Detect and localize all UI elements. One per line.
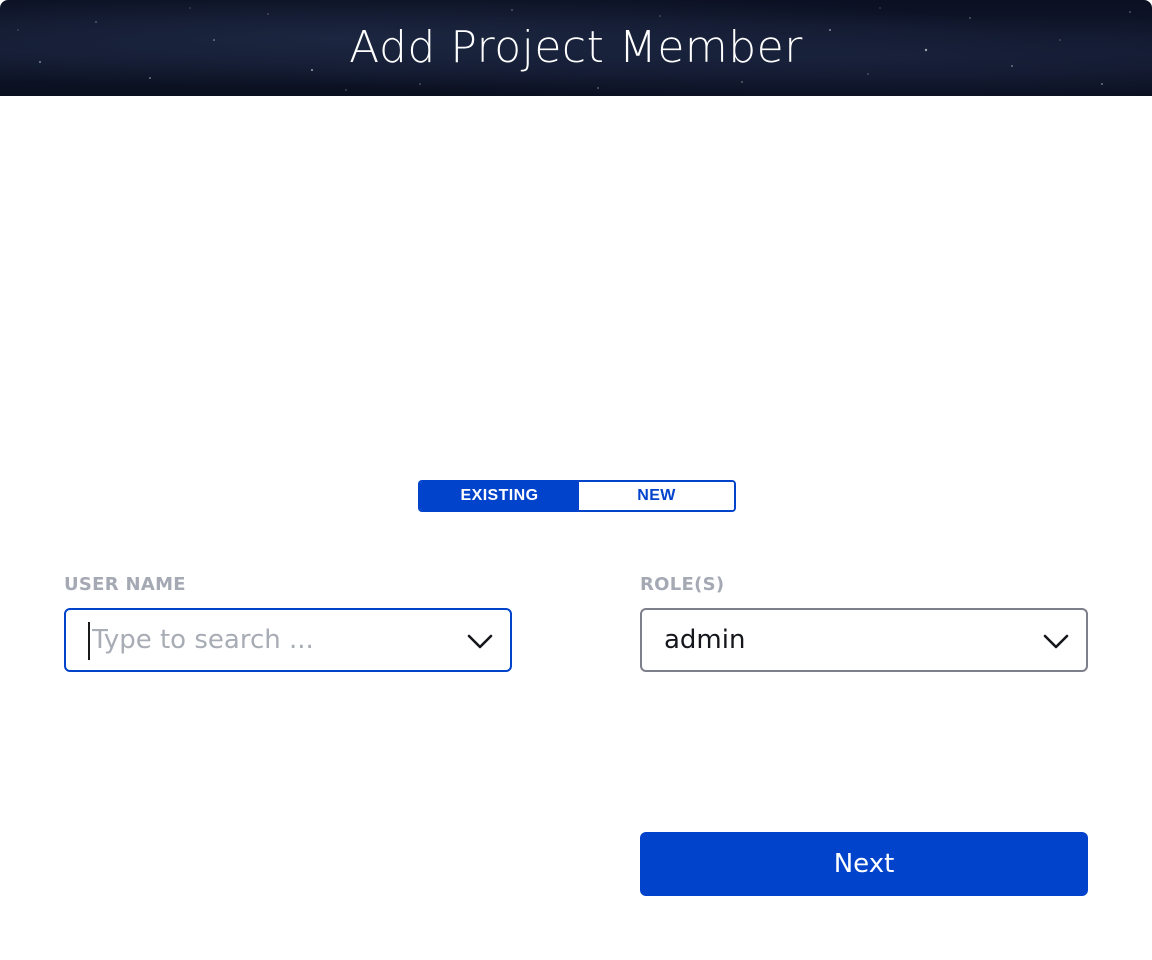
toggle-existing[interactable]: EXISTING — [420, 482, 579, 510]
add-project-member-dialog: Add Project Member EXISTING NEW USER NAM… — [0, 0, 1152, 960]
dialog-header: Add Project Member — [0, 0, 1152, 96]
roles-label: ROLE(S) — [640, 574, 725, 595]
existing-new-toggle: EXISTING NEW — [418, 480, 736, 512]
toggle-new[interactable]: NEW — [579, 482, 734, 510]
roles-selected-value: admin — [664, 625, 746, 655]
chevron-down-icon[interactable] — [466, 627, 494, 655]
user-name-label: USER NAME — [64, 574, 186, 595]
next-button[interactable]: Next — [640, 832, 1088, 896]
chevron-down-icon[interactable] — [1042, 627, 1070, 655]
user-name-combobox[interactable] — [64, 608, 512, 672]
dialog-title: Add Project Member — [349, 22, 803, 73]
roles-select[interactable]: admin — [640, 608, 1088, 672]
user-name-search-input[interactable] — [88, 610, 448, 670]
